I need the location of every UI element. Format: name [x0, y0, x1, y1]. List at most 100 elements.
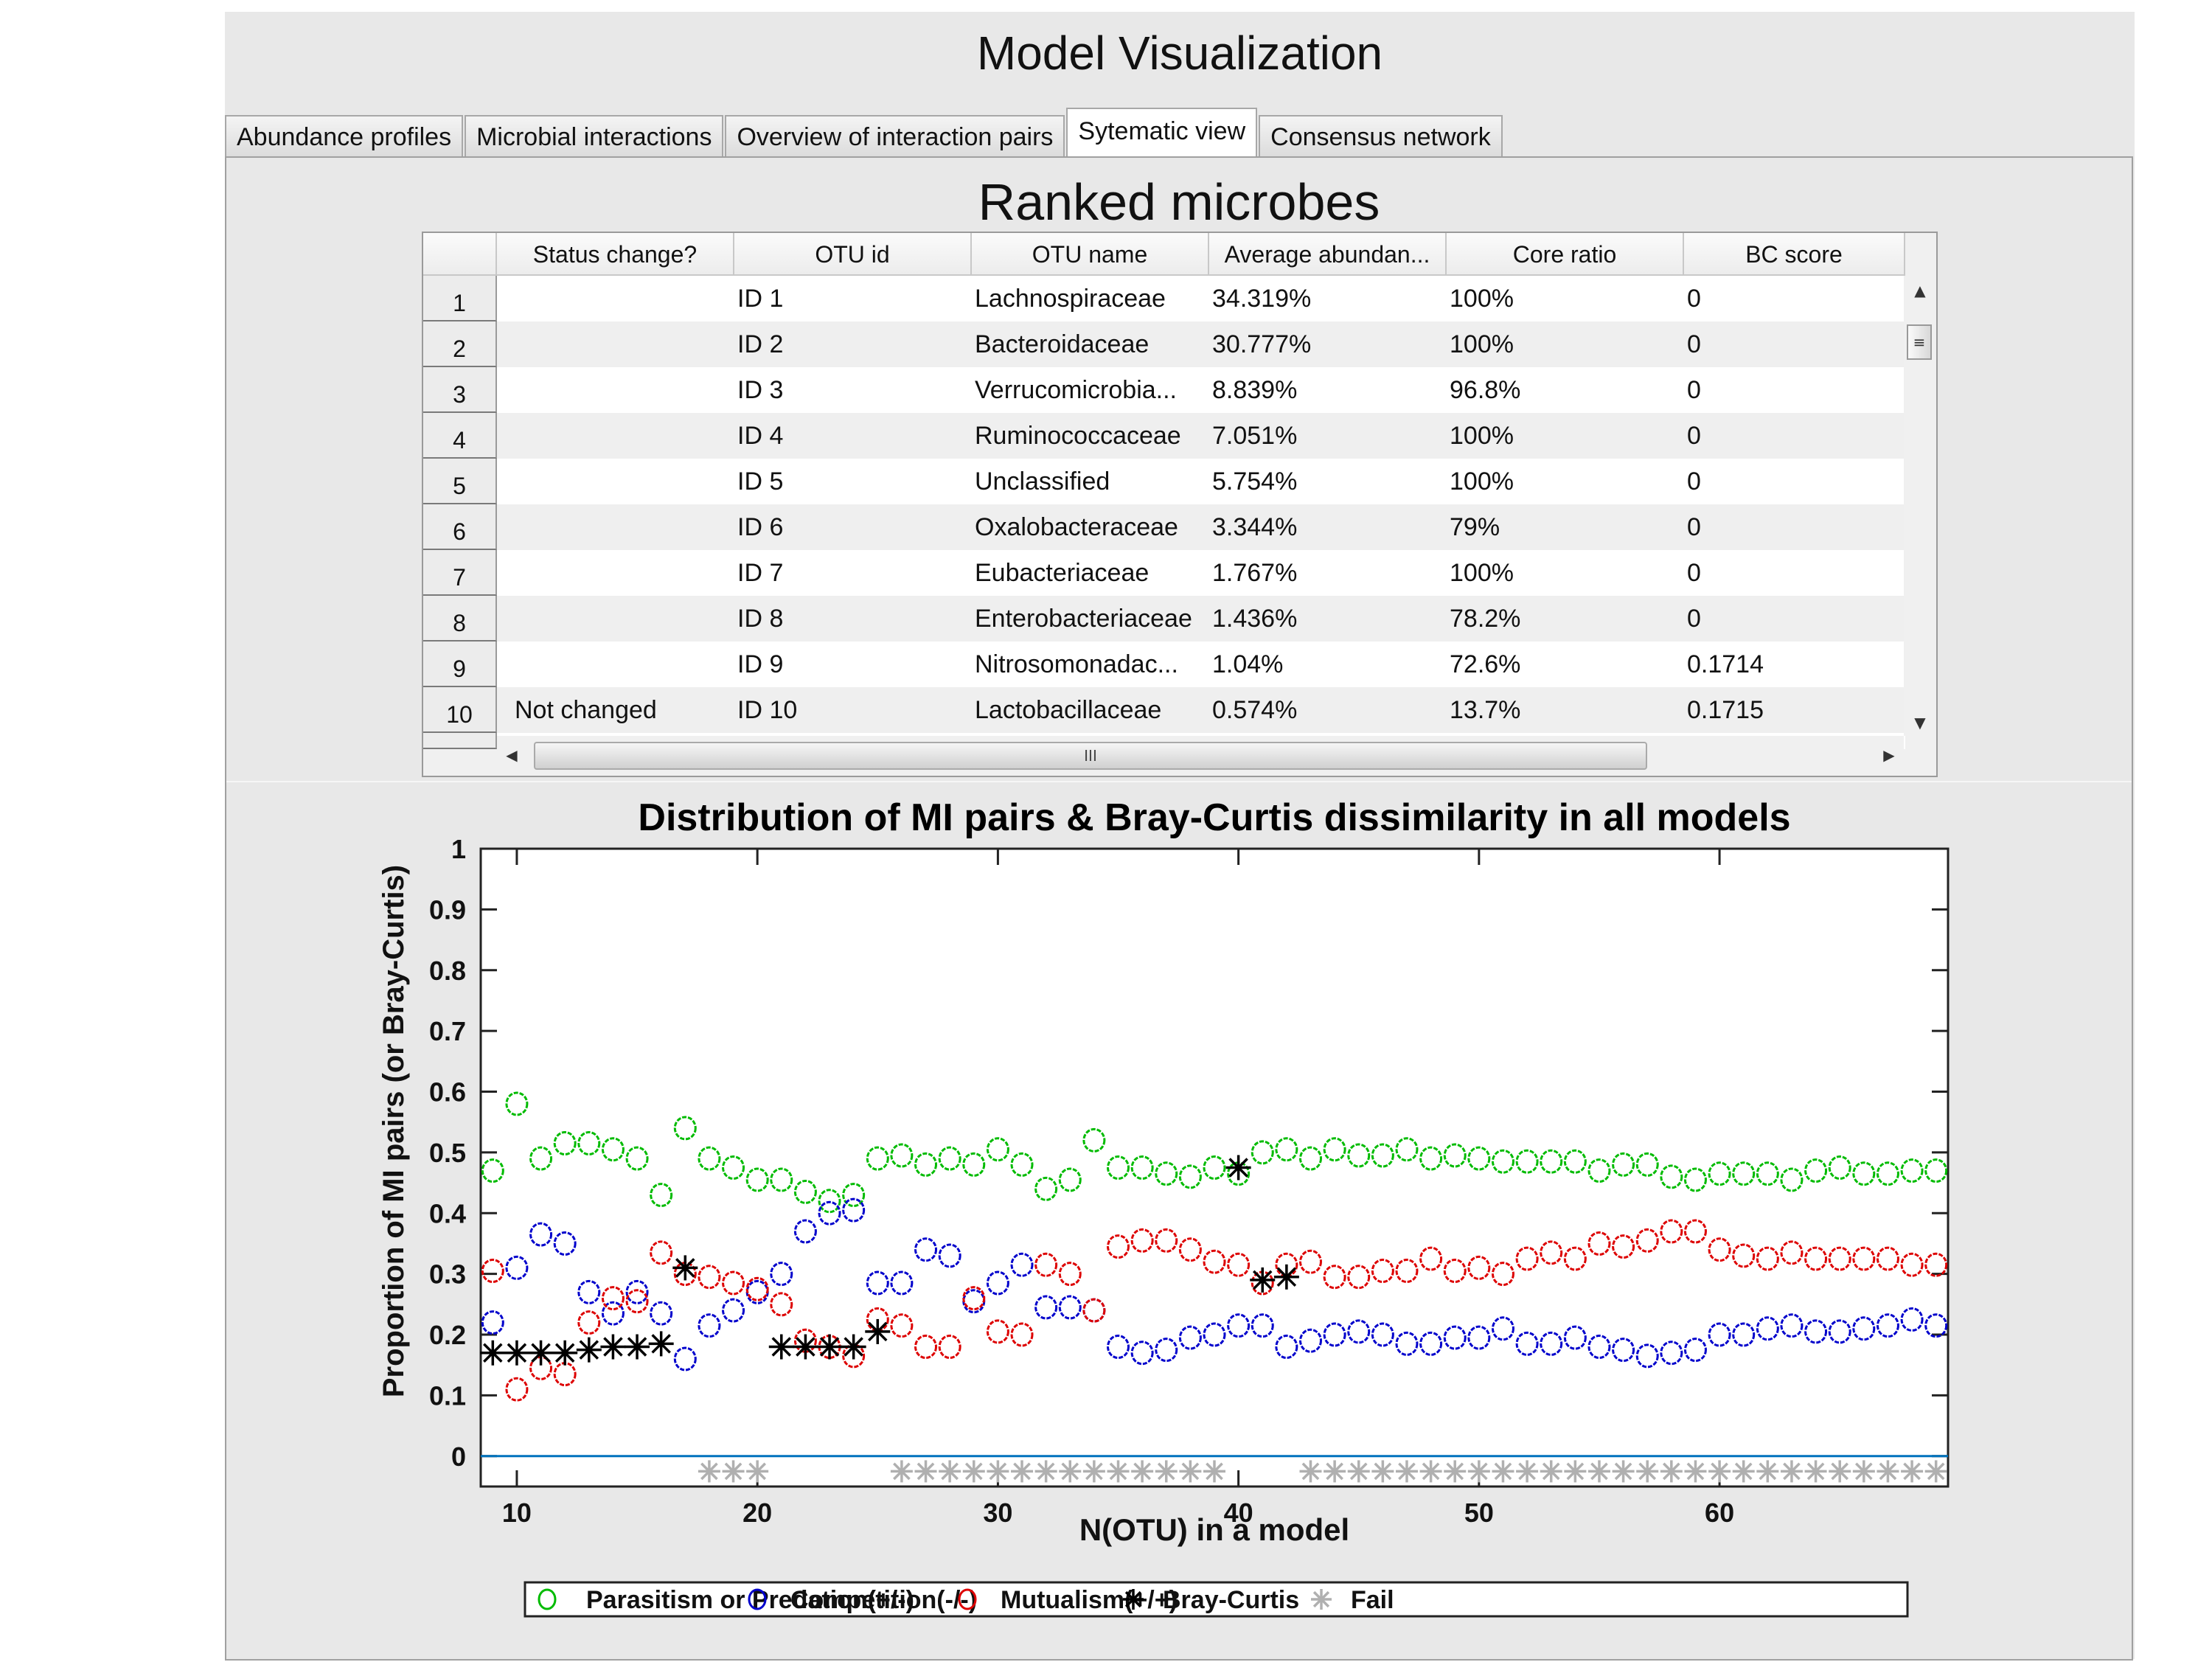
cell-otu-name[interactable]: Lactobacillaceae [972, 687, 1209, 733]
cell-core-ratio[interactable]: 100% [1447, 276, 1684, 321]
horizontal-scroll-thumb[interactable]: III [534, 742, 1647, 770]
cell-otu-id[interactable]: ID 5 [734, 459, 972, 504]
cell-average-abundance[interactable]: 7.051% [1209, 413, 1447, 459]
tab-abundance-profiles[interactable]: Abundance profiles [225, 115, 464, 156]
cell-bc-score[interactable]: 0 [1684, 459, 1905, 504]
cell-otu-id[interactable]: ID 1 [734, 276, 972, 321]
cell-average-abundance[interactable]: 1.04% [1209, 641, 1447, 687]
cell-status[interactable] [497, 504, 734, 550]
tab-systematic-view[interactable]: Sytematic view [1066, 108, 1258, 156]
row-header[interactable]: 8 [423, 596, 497, 641]
row-header[interactable]: 10 [423, 687, 497, 733]
column-header-otu-name[interactable]: OTU name [972, 233, 1209, 276]
cell-otu-id[interactable]: ID 10 [734, 687, 972, 733]
cell-core-ratio[interactable]: 13.7% [1447, 687, 1684, 733]
table-row[interactable]: 6 ID 6 Oxalobacteraceae 3.344% 79% 0 [423, 504, 1905, 550]
cell-bc-score[interactable]: 0 [1684, 367, 1905, 413]
cell-otu-name[interactable]: Bacteroidaceae [972, 321, 1209, 367]
table-row[interactable]: 2 ID 2 Bacteroidaceae 30.777% 100% 0 [423, 321, 1905, 367]
cell-status[interactable]: Not changed [497, 687, 734, 733]
table-row[interactable]: 8 ID 8 Enterobacteriaceae 1.436% 78.2% 0 [423, 596, 1905, 641]
tab-microbial-interactions[interactable]: Microbial interactions [465, 115, 724, 156]
cell-core-ratio[interactable]: 78.2% [1447, 596, 1684, 641]
cell-status[interactable] [497, 367, 734, 413]
row-header[interactable]: 4 [423, 413, 497, 459]
scroll-up-icon[interactable]: ▲ [1904, 282, 1936, 299]
cell-otu-name[interactable]: Enterobacteriaceae [972, 596, 1209, 641]
point-fail [1660, 1460, 1683, 1483]
cell-bc-score[interactable]: 0 [1684, 550, 1905, 596]
table-row[interactable]: 5 ID 5 Unclassified 5.754% 100% 0 [423, 459, 1905, 504]
cell-average-abundance[interactable]: 5.754% [1209, 459, 1447, 504]
scroll-down-icon[interactable]: ▼ [1904, 714, 1936, 731]
column-header-otu-id[interactable]: OTU id [734, 233, 972, 276]
cell-otu-id[interactable]: ID 8 [734, 596, 972, 641]
cell-bc-score[interactable]: 0 [1684, 413, 1905, 459]
cell-average-abundance[interactable]: 3.344% [1209, 504, 1447, 550]
cell-otu-name[interactable]: Ruminococcaceae [972, 413, 1209, 459]
row-header[interactable]: 1 [423, 276, 497, 321]
cell-status[interactable] [497, 550, 734, 596]
table-row[interactable]: 9 ID 9 Nitrosomonadac... 1.04% 72.6% 0.1714 [423, 641, 1905, 687]
table-row[interactable]: 10 Not changed ID 10 Lactobacillaceae 0.574%… [423, 687, 1905, 733]
column-header-status[interactable]: Status change? [497, 233, 734, 276]
cell-bc-score[interactable]: 0 [1684, 596, 1905, 641]
cell-core-ratio[interactable]: 100% [1447, 459, 1684, 504]
scroll-right-icon[interactable]: ▶ [1874, 746, 1904, 764]
row-header[interactable]: 2 [423, 321, 497, 367]
cell-otu-name[interactable]: Oxalobacteraceae [972, 504, 1209, 550]
cell-otu-id[interactable]: ID 7 [734, 550, 972, 596]
horizontal-scrollbar[interactable]: ◀ III ▶ [497, 736, 1904, 776]
table-row[interactable]: 7 ID 7 Eubacteriaceae 1.767% 100% 0 [423, 550, 1905, 596]
cell-otu-name[interactable]: Verrucomicrobia... [972, 367, 1209, 413]
cell-otu-name[interactable]: Eubacteriaceae [972, 550, 1209, 596]
cell-status[interactable] [497, 459, 734, 504]
scroll-left-icon[interactable]: ◀ [497, 746, 526, 764]
cell-bc-score[interactable]: 0.1715 [1684, 687, 1905, 733]
cell-otu-id[interactable]: ID 3 [734, 367, 972, 413]
cell-average-abundance[interactable]: 34.319% [1209, 276, 1447, 321]
cell-bc-score[interactable]: 0 [1684, 504, 1905, 550]
cell-otu-name[interactable]: Nitrosomonadac... [972, 641, 1209, 687]
cell-otu-id[interactable]: ID 4 [734, 413, 972, 459]
cell-status[interactable] [497, 321, 734, 367]
row-header[interactable]: 5 [423, 459, 497, 504]
cell-bc-score[interactable]: 0 [1684, 276, 1905, 321]
cell-average-abundance[interactable]: 30.777% [1209, 321, 1447, 367]
row-header[interactable]: 9 [423, 641, 497, 687]
vertical-scroll-thumb[interactable]: ≡ [1907, 324, 1932, 360]
column-header-average-abundance[interactable]: Average abundan... [1209, 233, 1447, 276]
cell-core-ratio[interactable]: 100% [1447, 321, 1684, 367]
cell-otu-id[interactable]: ID 9 [734, 641, 972, 687]
cell-otu-id[interactable]: ID 2 [734, 321, 972, 367]
tab-overview-interaction-pairs[interactable]: Overview of interaction pairs [725, 115, 1065, 156]
cell-average-abundance[interactable]: 1.436% [1209, 596, 1447, 641]
row-header[interactable]: 3 [423, 367, 497, 413]
column-header-core-ratio[interactable]: Core ratio [1447, 233, 1684, 276]
cell-otu-id[interactable]: ID 6 [734, 504, 972, 550]
cell-core-ratio[interactable]: 96.8% [1447, 367, 1684, 413]
cell-core-ratio[interactable]: 79% [1447, 504, 1684, 550]
tab-consensus-network[interactable]: Consensus network [1259, 115, 1503, 156]
cell-core-ratio[interactable]: 100% [1447, 413, 1684, 459]
row-header[interactable]: 7 [423, 550, 497, 596]
cell-status[interactable] [497, 276, 734, 321]
cell-average-abundance[interactable]: 8.839% [1209, 367, 1447, 413]
cell-otu-name[interactable]: Unclassified [972, 459, 1209, 504]
cell-status[interactable] [497, 596, 734, 641]
cell-average-abundance[interactable]: 0.574% [1209, 687, 1447, 733]
table-row[interactable]: 3 ID 3 Verrucomicrobia... 8.839% 96.8% 0 [423, 367, 1905, 413]
table-row[interactable]: 1 ID 1 Lachnospiraceae 34.319% 100% 0 [423, 276, 1905, 321]
cell-status[interactable] [497, 413, 734, 459]
vertical-scrollbar[interactable]: ▲ ≡ ▼ [1904, 276, 1936, 736]
table-row[interactable]: 4 ID 4 Ruminococcaceae 7.051% 100% 0 [423, 413, 1905, 459]
cell-average-abundance[interactable]: 1.767% [1209, 550, 1447, 596]
cell-status[interactable] [497, 641, 734, 687]
cell-core-ratio[interactable]: 72.6% [1447, 641, 1684, 687]
cell-core-ratio[interactable]: 100% [1447, 550, 1684, 596]
row-header[interactable]: 6 [423, 504, 497, 550]
cell-bc-score[interactable]: 0 [1684, 321, 1905, 367]
column-header-bc-score[interactable]: BC score [1684, 233, 1905, 276]
cell-otu-name[interactable]: Lachnospiraceae [972, 276, 1209, 321]
cell-bc-score[interactable]: 0.1714 [1684, 641, 1905, 687]
